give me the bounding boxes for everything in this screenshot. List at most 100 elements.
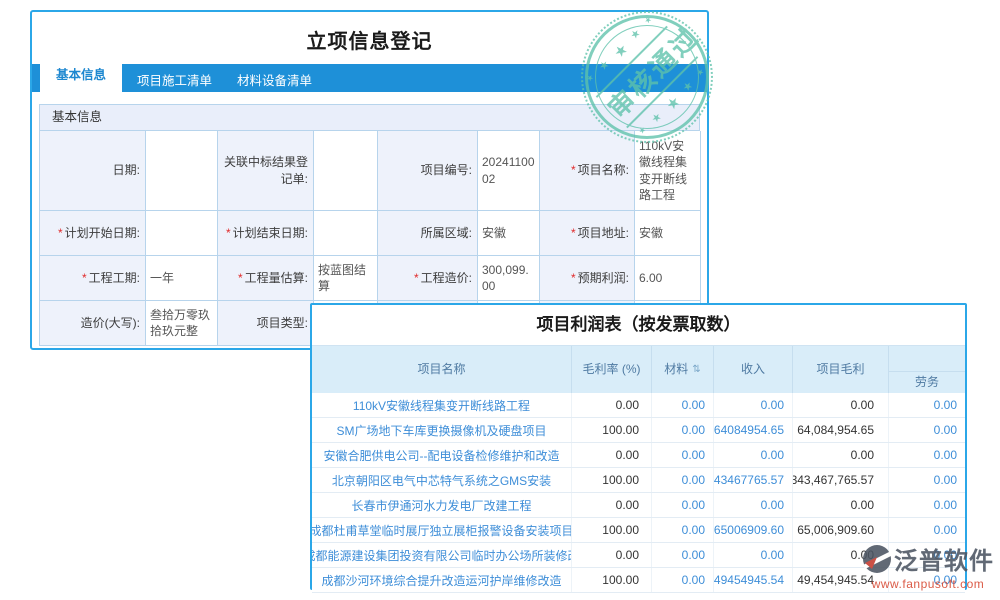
field-label-text: 项目地址: <box>577 225 629 240</box>
cell-material[interactable]: 0.00 <box>652 468 714 492</box>
table-row: 110kV安徽线程集变开断线路工程 0.00 0.00 0.00 0.00 0.00 <box>312 393 965 418</box>
required-asterisk: * <box>570 225 576 240</box>
field-label-text: 项目编号: <box>420 163 472 178</box>
field-value-text: 2024110002 <box>482 155 535 186</box>
cell-income[interactable]: 49454945.54 <box>714 568 793 592</box>
field-value[interactable]: 110kV安徽线程集变开断线路工程 <box>635 131 701 211</box>
tab-basic-info[interactable]: 基本信息 <box>40 58 123 92</box>
cell-material[interactable]: 0.00 <box>652 568 714 592</box>
cell-labor[interactable]: 0.00 <box>889 468 965 492</box>
cell-labor[interactable]: 0.00 <box>889 443 965 467</box>
field-label-text: 关联中标结果登记单: <box>223 155 308 186</box>
cell-income[interactable]: 0.00 <box>714 493 793 517</box>
field-value[interactable] <box>146 211 218 256</box>
required-asterisk: * <box>81 270 87 285</box>
field-label: * 工程造价: <box>378 256 478 301</box>
cell-project-profit: 0.00 <box>793 493 889 517</box>
field-value-text: 安徽 <box>639 225 664 240</box>
field-label: 项目编号: <box>378 131 478 211</box>
field-label-text: 造价(大写): <box>80 315 140 330</box>
field-label: * 计划结束日期: <box>218 211 314 256</box>
cell-labor[interactable]: 0.00 <box>889 393 965 417</box>
cell-labor[interactable]: 0.00 <box>889 518 965 542</box>
tab-bar: 基本信息 项目施工清单 材料设备清单 <box>32 58 707 92</box>
field-label: * 计划开始日期: <box>40 211 146 256</box>
cell-gross-margin: 0.00 <box>572 493 652 517</box>
cell-project-name[interactable]: 北京朝阳区电气中芯特气系统之GMS安装 <box>312 468 572 492</box>
field-label: 项目类型: <box>218 301 314 346</box>
cell-project-name[interactable]: 安徽合肥供电公司--配电设备检修维护和改造 <box>312 443 572 467</box>
field-value[interactable]: 300,099.00 <box>478 256 540 301</box>
field-value[interactable]: 按蓝图结算 <box>314 256 378 301</box>
tab-construction-list[interactable]: 项目施工清单 <box>137 70 212 92</box>
required-asterisk: * <box>57 225 63 240</box>
field-label: 日期: <box>40 131 146 211</box>
field-value-text: 安徽 <box>482 225 507 240</box>
field-value[interactable]: 安徽 <box>478 211 540 256</box>
field-label: * 项目名称: <box>540 131 635 211</box>
column-header-gross-margin: 毛利率 (%) <box>572 346 652 393</box>
field-label-text: 日期: <box>112 163 140 178</box>
cell-project-name[interactable]: 长春市伊通河水力发电厂改建工程 <box>312 493 572 517</box>
field-value[interactable]: 叁拾万零玖拾玖元整 <box>146 301 218 346</box>
cell-material[interactable]: 0.00 <box>652 518 714 542</box>
field-value[interactable] <box>146 131 218 211</box>
column-header-labor: 劳务 <box>914 374 939 389</box>
field-value[interactable] <box>314 131 378 211</box>
column-header-project-profit: 项目毛利 <box>793 346 889 393</box>
cell-income[interactable]: 343467765.57 <box>714 468 793 492</box>
column-header-material[interactable]: 材料 ⇅ <box>652 346 714 393</box>
cell-project-profit: 64,084,954.65 <box>793 418 889 442</box>
cell-income[interactable]: 64084954.65 <box>714 418 793 442</box>
field-label-text: 工程工期: <box>88 270 140 285</box>
cell-income[interactable]: 0.00 <box>714 543 793 567</box>
cell-gross-margin: 100.00 <box>572 468 652 492</box>
cell-labor[interactable]: 0.00 <box>889 418 965 442</box>
cell-gross-margin: 0.00 <box>572 543 652 567</box>
field-label: 造价(大写): <box>40 301 146 346</box>
cell-income[interactable]: 65006909.60 <box>714 518 793 542</box>
cell-project-name[interactable]: 成都沙河环境综合提升改造运河护岸维修改造 <box>312 568 572 592</box>
cell-project-name[interactable]: 110kV安徽线程集变开断线路工程 <box>312 393 572 417</box>
tab-material-equipment-list[interactable]: 材料设备清单 <box>237 70 312 92</box>
field-label-text: 计划结束日期: <box>232 225 308 240</box>
cell-project-profit: 343,467,765.57 <box>793 468 889 492</box>
field-value[interactable]: 安徽 <box>635 211 701 256</box>
cell-income[interactable]: 0.00 <box>714 393 793 417</box>
cell-material[interactable]: 0.00 <box>652 418 714 442</box>
required-asterisk: * <box>413 270 419 285</box>
cell-project-name[interactable]: 成都杜甫草堂临时展厅独立展柜报警设备安装项目 <box>312 518 572 542</box>
cell-labor[interactable]: 0.00 <box>889 493 965 517</box>
field-value-text: 300,099.00 <box>482 262 529 293</box>
cell-income[interactable]: 0.00 <box>714 443 793 467</box>
field-label-text: 项目类型: <box>256 315 308 330</box>
cell-project-name[interactable]: SM广场地下车库更换摄像机及硬盘项目 <box>312 418 572 442</box>
cell-project-name[interactable]: 成都能源建设集团投资有限公司临时办公场所装修改 <box>312 543 572 567</box>
cell-gross-margin: 0.00 <box>572 443 652 467</box>
cell-gross-margin: 100.00 <box>572 518 652 542</box>
field-label-text: 所属区域: <box>420 225 472 240</box>
table-row: 长春市伊通河水力发电厂改建工程 0.00 0.00 0.00 0.00 0.00 <box>312 493 965 518</box>
field-value-text: 按蓝图结算 <box>318 262 367 293</box>
required-asterisk: * <box>570 270 576 285</box>
field-label: * 工程量估算: <box>218 256 314 301</box>
field-value-text: 一年 <box>150 270 175 285</box>
column-header-empty <box>889 346 965 372</box>
field-label: 所属区域: <box>378 211 478 256</box>
sort-icon[interactable]: ⇅ <box>692 363 700 376</box>
field-value[interactable] <box>314 211 378 256</box>
field-label-text: 项目名称: <box>577 163 629 178</box>
cell-material[interactable]: 0.00 <box>652 543 714 567</box>
cell-material[interactable]: 0.00 <box>652 493 714 517</box>
cell-material[interactable]: 0.00 <box>652 443 714 467</box>
column-header-labor-group: 劳务 <box>889 346 965 393</box>
cell-material[interactable]: 0.00 <box>652 393 714 417</box>
table-row: 成都杜甫草堂临时展厅独立展柜报警设备安装项目 100.00 0.00 65006909… <box>312 518 965 543</box>
field-label-text: 工程量估算: <box>244 270 308 285</box>
field-value[interactable]: 一年 <box>146 256 218 301</box>
cell-gross-margin: 100.00 <box>572 568 652 592</box>
field-value[interactable]: 2024110002 <box>478 131 540 211</box>
field-value[interactable]: 6.00 <box>635 256 701 301</box>
fanpu-logo-text: 泛普软件 <box>894 548 994 575</box>
required-asterisk: * <box>570 163 576 178</box>
